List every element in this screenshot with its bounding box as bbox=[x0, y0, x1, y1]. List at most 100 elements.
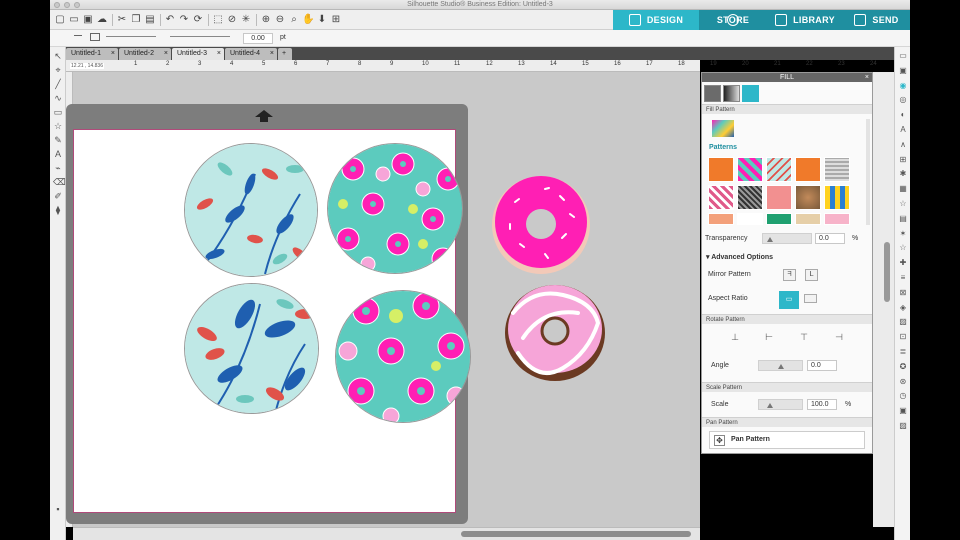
mirror-vertical-icon[interactable]: ᒪ bbox=[805, 269, 818, 281]
pattern-swatch[interactable] bbox=[708, 157, 734, 182]
knife-icon[interactable]: ✚ bbox=[898, 258, 908, 267]
tab-library[interactable]: LIBRARY bbox=[767, 10, 843, 30]
tab-untitled-3[interactable]: Untitled-3 × bbox=[172, 48, 224, 60]
pattern-swatch[interactable] bbox=[708, 185, 734, 210]
glazed-donut-shape[interactable] bbox=[503, 283, 607, 383]
line-style-icon[interactable] bbox=[74, 35, 82, 36]
pattern-swatch[interactable] bbox=[824, 185, 850, 210]
offset-settings-icon[interactable]: ◈ bbox=[898, 303, 908, 312]
pattern-swatch[interactable] bbox=[737, 157, 763, 182]
curve-tool-icon[interactable]: ∿ bbox=[53, 93, 63, 103]
modify-icon[interactable]: ✱ bbox=[898, 169, 908, 178]
leaf-pattern-circle-2[interactable] bbox=[184, 283, 319, 414]
angle-input[interactable]: 0.0 bbox=[807, 360, 837, 371]
print-cut-icon[interactable]: ▨ bbox=[898, 421, 908, 430]
pen-tool-icon[interactable]: ✎ bbox=[53, 135, 63, 145]
fill-pattern-tab[interactable] bbox=[742, 85, 759, 102]
pattern-swatch[interactable] bbox=[766, 213, 792, 225]
tab-untitled-2[interactable]: Untitled-2 × bbox=[119, 48, 171, 60]
transparency-slider[interactable] bbox=[762, 233, 812, 244]
polygon-tool-icon[interactable]: ☆ bbox=[53, 121, 63, 131]
new-document-icon[interactable]: ▢ bbox=[54, 14, 66, 26]
horizontal-scrollbar[interactable] bbox=[73, 527, 700, 540]
send-cloud-icon[interactable]: ☁ bbox=[96, 14, 108, 26]
align-icon[interactable]: ▦ bbox=[898, 184, 908, 193]
save-icon[interactable]: ▣ bbox=[82, 14, 94, 26]
paste-icon[interactable]: ▤ bbox=[144, 14, 156, 26]
nest-icon[interactable]: ▤ bbox=[898, 214, 908, 223]
pattern-swatch[interactable] bbox=[824, 213, 850, 225]
sketch-icon[interactable]: ✪ bbox=[898, 362, 908, 371]
line-color-icon[interactable]: ◎ bbox=[898, 95, 908, 104]
rhinestone-icon[interactable]: ☆ bbox=[898, 243, 908, 252]
zoom-in-icon[interactable]: ⊕ bbox=[260, 14, 272, 26]
fill-color-icon[interactable]: ◉ bbox=[898, 81, 908, 90]
zoom-out-icon[interactable]: ⊖ bbox=[274, 14, 286, 26]
redraw-icon[interactable]: ⟳ bbox=[192, 14, 204, 26]
point-edit-icon[interactable]: ✳ bbox=[240, 14, 252, 26]
pattern-swatch[interactable] bbox=[824, 157, 850, 182]
compound-icon[interactable]: ≣ bbox=[898, 347, 908, 356]
pan-hand-icon[interactable]: ✋ bbox=[302, 14, 314, 26]
rotate-down-icon[interactable]: ⊤ bbox=[799, 332, 809, 342]
offset-icon[interactable]: ∧ bbox=[898, 140, 908, 149]
fit-to-page-icon[interactable]: ⬇ bbox=[316, 14, 328, 26]
panel-scrollbar[interactable] bbox=[884, 242, 890, 302]
tab-untitled-1[interactable]: Untitled-1 × bbox=[66, 48, 118, 60]
undo-icon[interactable]: ↶ bbox=[164, 14, 176, 26]
page-setup-icon[interactable]: ▭ bbox=[898, 51, 908, 60]
fill-color-tab[interactable] bbox=[704, 85, 721, 102]
transform-rotate-icon[interactable]: ▨ bbox=[898, 317, 908, 326]
transform-icon[interactable]: ☆ bbox=[898, 199, 908, 208]
transparency-input[interactable]: 0.0 bbox=[815, 233, 845, 244]
pattern-swatch[interactable] bbox=[708, 213, 734, 225]
copy-icon[interactable]: ❐ bbox=[130, 14, 142, 26]
rotate-up-icon[interactable]: ⊥ bbox=[730, 332, 740, 342]
close-icon[interactable]: × bbox=[865, 73, 869, 82]
cut-settings-icon[interactable]: ▣ bbox=[898, 406, 908, 415]
registration-icon[interactable]: ▣ bbox=[898, 66, 908, 75]
tab-send[interactable]: SEND bbox=[843, 10, 910, 30]
text-style-icon[interactable]: A bbox=[898, 125, 908, 134]
patterns-scrollbar[interactable] bbox=[866, 119, 870, 225]
pattern-swatch[interactable] bbox=[795, 185, 821, 210]
pattern-swatch[interactable] bbox=[737, 185, 763, 210]
replicate-icon[interactable]: ⊞ bbox=[898, 155, 908, 164]
load-mat-arrow-icon[interactable] bbox=[254, 109, 274, 123]
scale-input[interactable]: 100.0 bbox=[807, 399, 837, 410]
advanced-options-toggle[interactable]: ▾ Advanced Options bbox=[706, 253, 773, 261]
scale-icon[interactable]: ⊡ bbox=[898, 332, 908, 341]
line-weight-dropdown[interactable] bbox=[170, 36, 230, 37]
fill-tool-icon[interactable]: ⧫ bbox=[53, 205, 63, 215]
rectangle-tool-icon[interactable]: ▭ bbox=[53, 107, 63, 117]
select-tool-icon[interactable]: ↖ bbox=[53, 51, 63, 61]
history-icon[interactable]: ◷ bbox=[898, 391, 908, 400]
tab-store[interactable]: STORE bbox=[699, 10, 767, 30]
pattern-swatch[interactable] bbox=[766, 185, 792, 210]
pattern-swatch[interactable] bbox=[766, 157, 792, 182]
layers-icon[interactable]: ≡ bbox=[898, 273, 908, 282]
knife-tool-icon[interactable]: ⌁ bbox=[53, 163, 63, 173]
fill-gradient-tab[interactable] bbox=[723, 85, 740, 102]
page-settings-icon[interactable]: ▪ bbox=[53, 504, 63, 514]
mirror-horizontal-icon[interactable]: ᖷ bbox=[783, 269, 796, 281]
trace-icon[interactable]: ✶ bbox=[898, 229, 908, 238]
line-style-dropdown[interactable] bbox=[106, 36, 156, 37]
line-width-input[interactable]: 0.00 bbox=[243, 33, 273, 44]
pan-pattern-button[interactable]: ✥ Pan Pattern bbox=[709, 431, 865, 449]
cut-icon[interactable]: ✂ bbox=[116, 14, 128, 26]
zoom-select-icon[interactable]: ⌕ bbox=[288, 14, 300, 26]
tab-design[interactable]: DESIGN bbox=[613, 10, 699, 30]
open-folder-icon[interactable]: ▭ bbox=[68, 14, 80, 26]
library-panel-icon[interactable]: ⊠ bbox=[898, 288, 908, 297]
brush-tool-icon[interactable]: ✐ bbox=[53, 191, 63, 201]
point-edit-icon[interactable]: ⊛ bbox=[898, 377, 908, 386]
redo-icon[interactable]: ↷ bbox=[178, 14, 190, 26]
aspect-lock-icon[interactable]: ▭ bbox=[779, 291, 799, 309]
eraser-tool-icon[interactable]: ⌫ bbox=[53, 177, 66, 187]
leaf-pattern-circle-1[interactable] bbox=[184, 143, 318, 277]
deselect-icon[interactable]: ⊘ bbox=[226, 14, 238, 26]
donut-pattern-circle-2[interactable] bbox=[335, 290, 471, 423]
fit-page-icon[interactable]: ⊞ bbox=[330, 14, 342, 26]
pattern-swatch[interactable] bbox=[795, 157, 821, 182]
